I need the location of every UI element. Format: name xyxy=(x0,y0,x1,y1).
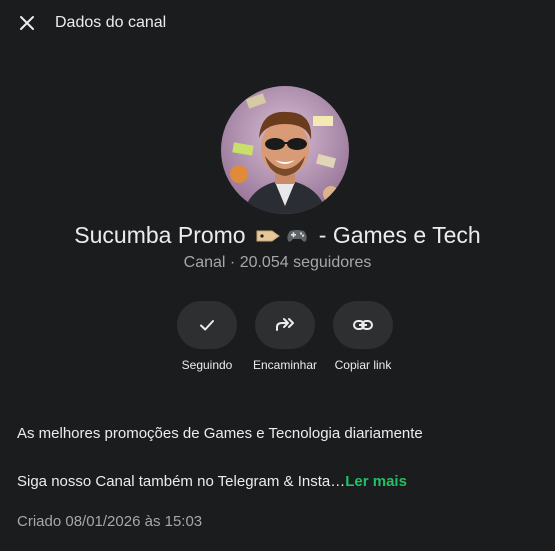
avatar-image xyxy=(221,86,349,214)
header: Dados do canal xyxy=(0,0,555,50)
channel-subtitle: Canal · 20.054 seguidores xyxy=(0,254,555,272)
game-controller-emoji-icon xyxy=(287,230,308,243)
channel-name-part1: Sucumba Promo xyxy=(74,222,246,248)
separator: · xyxy=(229,254,236,271)
check-icon xyxy=(200,320,214,331)
copy-link-action[interactable]: Copiar link xyxy=(318,301,408,372)
follower-count: 20.054 seguidores xyxy=(239,254,372,271)
description-text: Siga nosso Canal também no Telegram & In… xyxy=(17,473,346,490)
channel-name-part2: - Games e Tech xyxy=(318,222,481,248)
link-icon xyxy=(353,320,373,330)
close-button[interactable] xyxy=(14,10,40,36)
following-action[interactable]: Seguindo xyxy=(162,301,252,372)
channel-name: Sucumba Promo - Games e Tech xyxy=(0,222,555,250)
following-button[interactable] xyxy=(177,301,237,349)
forward-button[interactable] xyxy=(255,301,315,349)
following-label: Seguindo xyxy=(181,358,233,372)
forward-icon xyxy=(276,318,294,331)
channel-avatar[interactable] xyxy=(221,86,349,214)
close-icon xyxy=(20,16,34,30)
description-line-1: As melhores promoções de Games e Tecnolo… xyxy=(17,425,423,442)
channel-name-emojis xyxy=(256,223,308,250)
forward-label: Encaminhar xyxy=(252,358,318,372)
forward-action[interactable]: Encaminhar xyxy=(240,301,330,372)
header-title: Dados do canal xyxy=(55,14,167,31)
tag-emoji-icon xyxy=(256,230,280,242)
channel-type: Canal xyxy=(183,254,226,271)
copy-link-label: Copiar link xyxy=(334,358,392,372)
created-date: Criado 08/01/2026 às 15:03 xyxy=(17,513,203,530)
description-line-2: Siga nosso Canal também no Telegram & In… xyxy=(17,473,407,490)
read-more-link[interactable]: Ler mais xyxy=(345,473,407,490)
copy-link-button[interactable] xyxy=(333,301,393,349)
